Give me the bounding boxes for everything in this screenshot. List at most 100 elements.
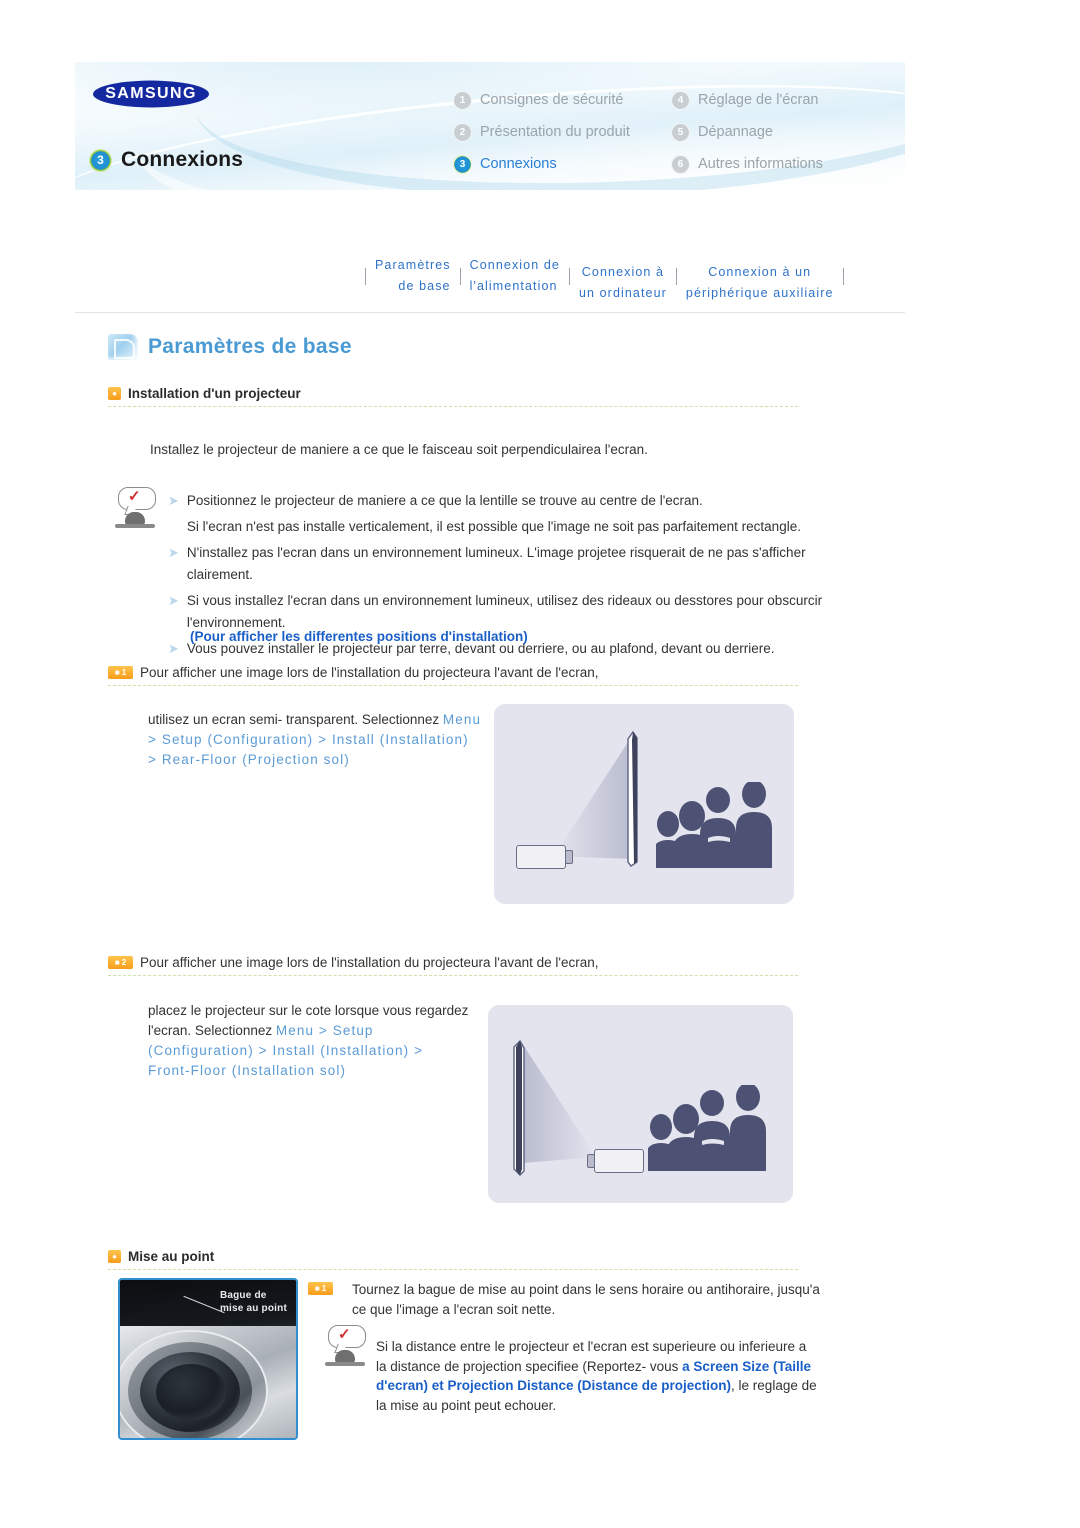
number-badge-icon: 2 (453, 122, 472, 142)
list-item-text: N'installez pas l'ecran dans un environn… (186, 545, 806, 582)
focus-ring-photo: Bague de mise au point (118, 1278, 298, 1440)
step-2-body-line-2: l'ecran. Selectionnez Menu > Setup (148, 1021, 488, 1041)
number-badge-icon: 5 (671, 122, 690, 142)
section-banner: Paramètres de base (108, 334, 352, 360)
step-2-body-prefix: l'ecran. Selectionnez (148, 1023, 276, 1038)
number-badge-icon: 1 (453, 90, 472, 110)
header-menu-item-5[interactable]: 5 Dépannage (671, 122, 891, 142)
step-1-heading: Pour afficher une image lors de l'instal… (140, 665, 599, 680)
list-item-text: Positionnez le projecteur de maniere a c… (186, 493, 703, 508)
step-1-menu-link[interactable]: Menu (443, 712, 481, 727)
orange-numbered-badge-icon: ■ 1 (108, 666, 133, 679)
number-badge-icon: 4 (671, 90, 690, 110)
tab-label-line1: Paramètres (375, 258, 451, 272)
section-title: Paramètres de base (148, 335, 352, 358)
tab-connexion-alimentation[interactable]: Connexion de l'alimentation (461, 255, 569, 297)
callout-line-2: mise au point (219, 1303, 287, 1314)
focus-step-badge-row: ■ 1 (308, 1282, 333, 1295)
step-1-body: utilisez un ecran semi- transparent. Sel… (148, 710, 488, 730)
header-menu-item-2[interactable]: 2 Présentation du produit (453, 122, 671, 142)
tab-list: Paramètres de base Connexion de l'alimen… (365, 240, 844, 312)
samsung-logo: SAMSUNG (93, 80, 209, 108)
tab-navigation: Paramètres de base Connexion de l'alimen… (75, 240, 905, 318)
audience-silhouette (656, 782, 772, 868)
current-chapter: 3 Connexions (89, 148, 243, 172)
tab-label-line2: de base (398, 279, 451, 293)
book-icon (108, 334, 138, 360)
list-item-text: Si l'ecran n'est pas installe verticalem… (186, 519, 801, 534)
tabstrip-divider (75, 312, 905, 313)
step-2-command-line-4: Front-Floor (Installation sol) (148, 1063, 347, 1078)
step-1-command-line-2: > Setup (Configuration) > Install (Insta… (148, 732, 469, 747)
tab-connexion-ordinateur[interactable]: Connexion à un ordinateur (570, 262, 676, 304)
step-2-body-line-1: placez le projecteur sur le cote lorsque… (148, 1003, 469, 1018)
projection-screen (513, 1039, 525, 1176)
callout-line-1: Bague de (219, 1290, 267, 1301)
list-item: ➤ N'installez pas l'ecran dans un enviro… (168, 542, 868, 586)
header-menu-item-1[interactable]: 1 Consignes de sécurité (453, 90, 671, 110)
header-menu-label: Consignes de sécurité (480, 92, 624, 108)
orange-square-icon: ● (108, 387, 121, 400)
step-1-command-line-3: > Rear-Floor (Projection sol) (148, 752, 350, 767)
list-item: ➤ Positionnez le projecteur de maniere a… (168, 490, 868, 512)
checkmark-icon: ✓ (338, 1326, 351, 1343)
intro-paragraph: Installez le projecteur de maniere a ce … (150, 442, 648, 457)
subsection-mise-au-point: ● Mise au point (108, 1249, 798, 1270)
base-shape (115, 524, 155, 528)
header-menu-item-4[interactable]: 4 Réglage de l'écran (671, 90, 891, 110)
step-2-heading: Pour afficher une image lors de l'instal… (140, 955, 599, 970)
step-1-body-prefix: utilisez un ecran semi- transparent. Sel… (148, 712, 443, 727)
step-2-command-line-3: (Configuration) > Install (Installation)… (148, 1043, 424, 1058)
note-speech-bubble-icon: ✓ (322, 1325, 366, 1369)
illustration-rear-floor-projection (494, 704, 794, 904)
tab-label-line1: Connexion de (469, 258, 560, 272)
chapter-title: Connexions (121, 148, 244, 171)
subsection-heading: Installation d'un projecteur (128, 386, 301, 401)
header-menu-label: Connexions (480, 156, 557, 172)
header-menu-item-3-active[interactable]: 3 Connexions (453, 154, 671, 174)
lens-glass (156, 1364, 226, 1420)
divider (108, 1269, 798, 1270)
step-2-menu-link[interactable]: Menu > Setup (276, 1023, 374, 1038)
chapter-number-badge: 3 (89, 148, 112, 172)
step-2-heading-row: ■ 2 Pour afficher une image lors de l'ins… (108, 955, 798, 976)
divider (108, 685, 798, 686)
header-menu-label: Réglage de l'écran (698, 92, 819, 108)
focus-step-line-1: Tournez la bague de mise au point dans l… (352, 1282, 820, 1297)
focus-heading: Mise au point (128, 1249, 215, 1264)
subsection-installation: ● Installation d'un projecteur (108, 386, 798, 407)
tab-parametres-de-base[interactable]: Paramètres de base (366, 255, 460, 297)
projector-device (516, 845, 566, 869)
header-menu-item-6[interactable]: 6 Autres informations (671, 154, 891, 174)
photo-callout-label: Bague de mise au point (220, 1289, 287, 1315)
step-1-heading-row: ■ 1 Pour afficher une image lors de l'ins… (108, 665, 798, 686)
audience-silhouette (648, 1085, 766, 1171)
tab-label-line1: Connexion à un (708, 265, 812, 279)
focus-note-paragraph: Si la distance entre le projecteur et l'… (376, 1337, 818, 1415)
install-positions-link[interactable]: (Pour afficher les differentes positions… (190, 627, 528, 647)
header-menu: 1 Consignes de sécurité 4 Réglage de l'é… (453, 84, 891, 180)
tab-label-line2: périphérique auxiliaire (685, 286, 834, 300)
focus-step-line-2: ce que l'image a l'ecran soit nette. (352, 1302, 556, 1317)
tab-label-line2: l'alimentation (469, 279, 558, 293)
tab-separator (842, 267, 844, 285)
orange-square-icon: ● (108, 1250, 121, 1263)
page-header-banner: SAMSUNG 3 Connexions 1 Consignes de sécu… (75, 62, 905, 190)
number-badge-icon: 6 (671, 154, 690, 174)
tab-connexion-peripherique[interactable]: Connexion à un périphérique auxiliaire (677, 262, 843, 304)
checkmark-icon: ✓ (128, 488, 141, 505)
bullet-chevron-icon: ➤ (168, 593, 179, 608)
tab-label-line1: Connexion à (581, 265, 665, 279)
projector-device (594, 1149, 644, 1173)
base-shape (325, 1362, 365, 1366)
header-menu-label: Présentation du produit (480, 124, 630, 140)
tab-label-line2: un ordinateur (578, 286, 667, 300)
illustration-front-floor-projection (488, 1005, 793, 1203)
note-speech-bubble-icon: ✓ (112, 487, 158, 533)
orange-numbered-badge-icon: ■ 1 (308, 1282, 333, 1295)
bullet-chevron-icon: ➤ (168, 493, 179, 508)
divider (108, 406, 798, 407)
bullet-chevron-icon: ➤ (168, 545, 179, 560)
orange-numbered-badge-icon: ■ 2 (108, 956, 133, 969)
header-menu-label: Dépannage (698, 124, 773, 140)
